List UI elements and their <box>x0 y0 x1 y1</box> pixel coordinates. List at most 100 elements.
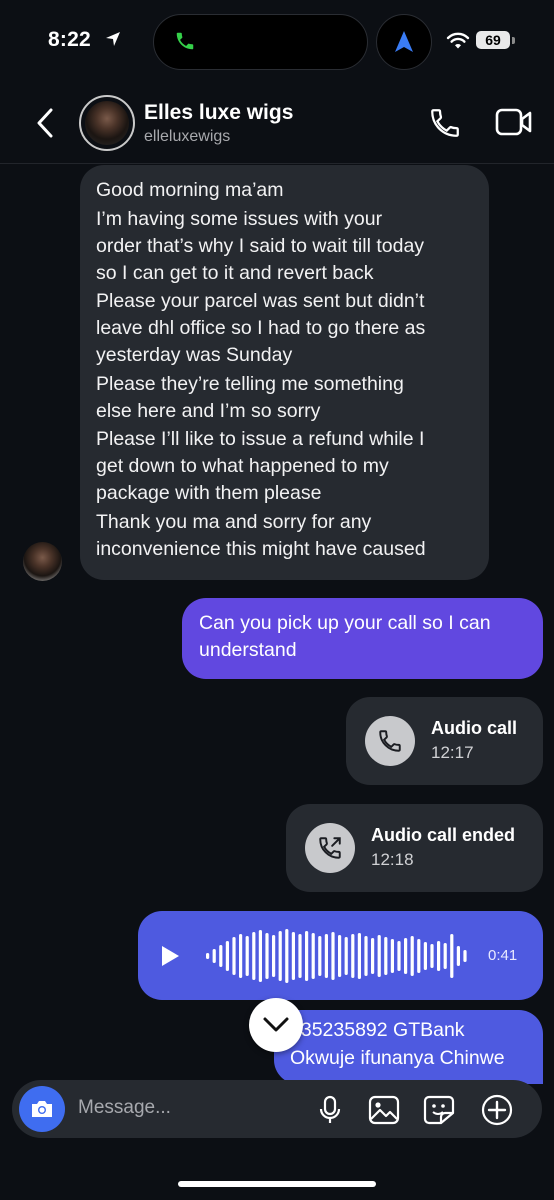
header-divider <box>0 163 554 164</box>
call-icon-circle <box>305 823 355 873</box>
camera-icon <box>32 1101 52 1117</box>
message-line: I’m having some issues with your <box>96 207 383 230</box>
waveform[interactable] <box>204 928 474 984</box>
battery-indicator: 69 <box>476 31 510 49</box>
phone-icon <box>379 730 401 752</box>
waveform-bar <box>318 936 322 976</box>
contact-handle[interactable]: elleluxewigs <box>144 128 230 146</box>
voice-duration: 0:41 <box>488 947 518 964</box>
waveform-bar <box>450 934 454 978</box>
waveform-bar <box>331 932 335 980</box>
contact-name[interactable]: Elles luxe wigs <box>144 101 293 125</box>
waveform-bar <box>272 935 276 977</box>
waveform-bar <box>371 938 375 974</box>
message-line: so I can get to it and revert back <box>96 261 374 284</box>
battery-cap <box>512 37 515 44</box>
message-input[interactable] <box>78 1097 298 1119</box>
waveform-bar <box>324 934 328 978</box>
waveform-bar <box>357 933 361 979</box>
waveform-bar <box>311 933 315 979</box>
gallery-icon[interactable] <box>368 1095 400 1125</box>
message-line: inconvenience this might have caused <box>96 537 426 560</box>
waveform-bar <box>305 931 309 981</box>
waveform-bar <box>278 931 282 981</box>
add-icon[interactable] <box>481 1094 513 1126</box>
waveform-bar <box>443 943 447 969</box>
call-icon-circle <box>365 716 415 766</box>
waveform-bar <box>430 944 434 968</box>
outgoing-message[interactable]: Can you pick up your call so I can under… <box>182 598 543 679</box>
waveform-bar <box>417 939 421 973</box>
waveform-bar <box>232 937 236 975</box>
outgoing-message[interactable]: 235235892 GTBank Okwuje ifunanya Chinwe <box>274 1010 543 1084</box>
message-line: get down to what happened to my <box>96 455 389 477</box>
message-line: Can you pick up your call so I can <box>199 612 491 634</box>
location-arrow-icon <box>106 32 120 46</box>
video-call-icon[interactable] <box>495 106 533 138</box>
waveform-bar <box>239 934 243 978</box>
dynamic-island[interactable] <box>153 14 368 70</box>
waveform-bar <box>291 932 295 980</box>
message-line: leave dhl office so I had to go there as <box>96 317 426 339</box>
message-line: understand <box>199 639 297 661</box>
waveform-bar <box>252 932 256 980</box>
waveform-bar <box>206 953 210 959</box>
waveform-bar <box>397 941 401 971</box>
microphone-icon[interactable] <box>319 1095 341 1125</box>
outgoing-call-icon <box>319 837 341 859</box>
do-not-disturb-icon <box>530 32 538 48</box>
chevron-down-icon <box>263 1017 289 1032</box>
message-line: Please I’ll like to issue a refund while… <box>96 428 425 450</box>
waveform-bar <box>351 934 355 978</box>
waveform-bar <box>377 935 381 977</box>
navigation-arrow-icon <box>395 31 413 52</box>
call-time: 12:17 <box>431 743 474 762</box>
waveform-bar <box>212 949 216 963</box>
waveform-bar <box>384 937 388 975</box>
active-call-icon <box>176 32 194 50</box>
waveform-bar <box>265 933 269 979</box>
waveform-bar <box>245 936 249 976</box>
call-title: Audio call <box>431 718 518 738</box>
call-time: 12:18 <box>371 850 414 869</box>
waveform-bar <box>423 942 427 970</box>
phone-call-icon[interactable] <box>428 106 462 140</box>
home-indicator <box>178 1181 376 1187</box>
waveform-bar <box>404 938 408 974</box>
waveform-bar <box>463 950 467 962</box>
waveform-bar <box>298 934 302 978</box>
waveform-bar <box>219 945 223 967</box>
message-line: package with them please <box>96 482 322 504</box>
waveform-bar <box>456 946 460 966</box>
message-line: yesterday was Sunday <box>96 344 293 366</box>
incoming-message[interactable]: Good morning ma’am I’m having some issue… <box>80 165 489 580</box>
waveform-bar <box>285 929 289 983</box>
wifi-icon <box>446 32 470 49</box>
waveform-bar <box>258 930 262 982</box>
message-line: else here and I’m so sorry <box>96 399 321 422</box>
audio-call-card[interactable]: Audio call 12:17 <box>346 697 543 785</box>
sticker-icon[interactable] <box>423 1095 455 1125</box>
camera-button[interactable] <box>19 1086 65 1132</box>
waveform-bar <box>225 941 229 971</box>
waveform-bar <box>344 937 348 975</box>
sender-avatar[interactable] <box>23 542 62 581</box>
play-icon[interactable] <box>160 945 180 967</box>
call-title: Audio call ended <box>371 825 516 845</box>
voice-message[interactable]: 0:41 <box>138 911 543 1000</box>
message-line: 235235892 GTBank <box>290 1019 465 1041</box>
waveform-bar <box>364 936 368 976</box>
message-composer <box>12 1080 542 1138</box>
message-line: Good morning ma’am <box>96 179 284 201</box>
contact-avatar[interactable] <box>79 95 135 151</box>
message-line: Thank you ma and sorry for any <box>96 510 372 533</box>
navigation-activity[interactable] <box>376 14 432 70</box>
back-chevron-icon[interactable] <box>34 106 56 140</box>
message-line: order that’s why I said to wait till tod… <box>96 234 425 257</box>
waveform-bar <box>410 936 414 976</box>
audio-call-ended-card[interactable]: Audio call ended 12:18 <box>286 804 543 892</box>
waveform-bar <box>390 939 394 973</box>
scroll-to-bottom-button[interactable] <box>249 998 303 1052</box>
contact-avatar-image <box>85 101 129 145</box>
waveform-bar <box>338 935 342 977</box>
